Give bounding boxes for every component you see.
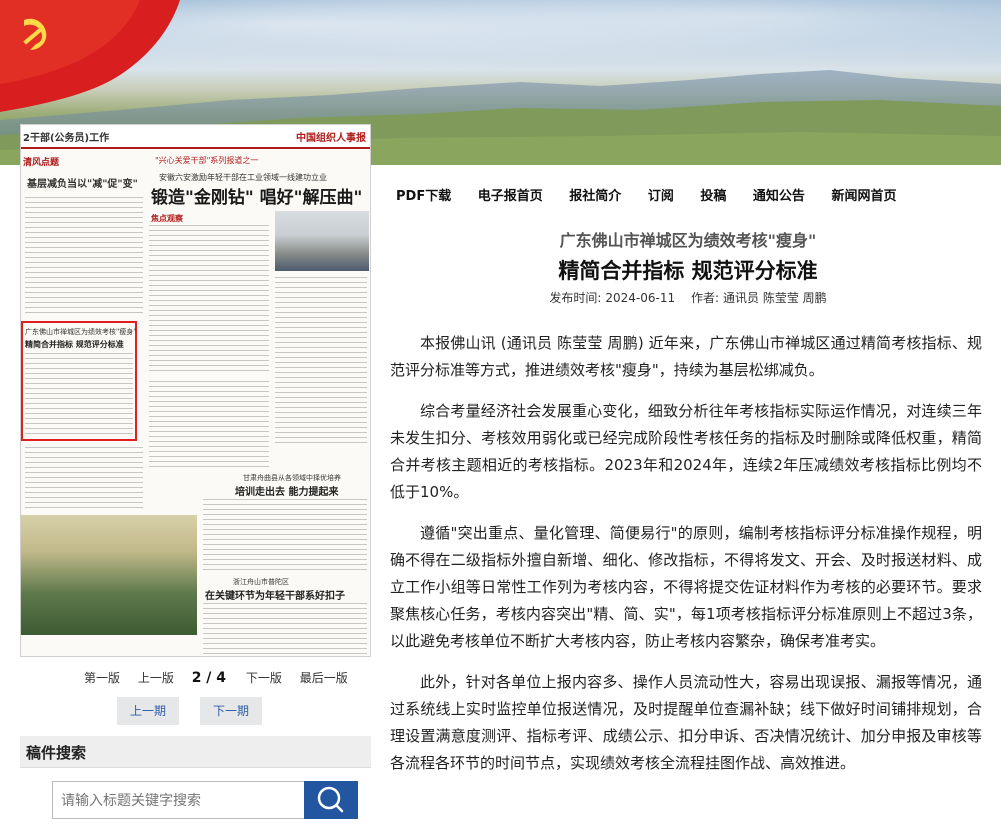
paper-lower-kicker: 浙江舟山市普陀区 [233, 578, 289, 586]
prev-page-link[interactable]: 上一版 [138, 671, 174, 685]
highlight-line1: 广东佛山市禅城区为绩效考核"瘦身" [25, 328, 137, 336]
publish-date: 发布时间: 2024-06-11 [549, 291, 675, 305]
paper-header: 2干部(公务员)工作 中国组织人事报 [21, 125, 370, 149]
last-page-link[interactable]: 最后一版 [300, 671, 348, 685]
highlight-text-block [25, 353, 133, 437]
paper-column-tag: 清风点题 [23, 158, 60, 168]
paper-section-label: 2干部(公务员)工作 [23, 133, 110, 144]
paper-kicker: 安徽六安激励年轻干部在工业领域一线建功立业 [159, 173, 327, 182]
paper-headline: 锻造"金刚钻" 唱好"解压曲" [151, 188, 363, 208]
article-paragraph: 遵循"突出重点、量化管理、简便易行"的原则，编制考核指标评分标准操作规程，明确不… [390, 524, 982, 650]
paper-text-block [25, 447, 143, 511]
nav-notices[interactable]: 通知公告 [753, 189, 805, 204]
author-value: 通讯员 陈莹莹 周鹏 [723, 291, 827, 305]
author-label: 作者: [690, 291, 720, 305]
search-section-header: 稿件搜索 [20, 736, 371, 768]
search-input[interactable] [52, 781, 304, 819]
paper-text-block [275, 277, 367, 447]
highlighted-article-box[interactable]: 广东佛山市禅城区为绩效考核"瘦身" 精简合并指标 规范评分标准 [21, 321, 137, 441]
author: 作者: 通讯员 陈莹莹 周鹏 [691, 291, 827, 305]
article-subtitle: 广东佛山市禅城区为绩效考核"瘦身" [559, 231, 817, 250]
paper-text-block [149, 225, 269, 375]
article-paragraph: 综合考量经济社会发展重心变化，细致分析往年考核指标实际运作情况，对连续三年未发生… [390, 402, 982, 501]
next-issue-button[interactable]: 下一期 [200, 697, 262, 725]
paper-text-block [203, 499, 367, 573]
paper-photo-lab [275, 211, 369, 271]
nav-epaper-home[interactable]: 电子报首页 [478, 189, 543, 204]
search-heading: 稿件搜索 [26, 744, 87, 762]
next-page-link[interactable]: 下一版 [246, 671, 282, 685]
first-page-link[interactable]: 第一版 [84, 671, 120, 685]
paper-mid-kicker: 甘肃舟曲县从各领域中择优培养 [243, 474, 341, 482]
search-icon [317, 786, 344, 813]
paper-logo: 中国组织人事报 [296, 133, 366, 144]
paper-lower-headline: 在关键环节为年轻干部系好扣子 [205, 591, 345, 602]
article-paragraph: 本报佛山讯 (通讯员 陈莹莹 周鹏) 近年来，广东佛山市禅城区通过精简考核指标、… [390, 334, 982, 379]
article-meta: 发布时间: 2024-06-11 作者: 通讯员 陈莹莹 周鹏 [396, 289, 980, 306]
paper-mid-headline: 培训走出去 能力提起来 [235, 487, 339, 498]
paper-text-block [25, 197, 143, 317]
nav-news-home[interactable]: 新闻网首页 [831, 189, 896, 204]
nav-about[interactable]: 报社简介 [569, 189, 621, 204]
nav-pdf-download[interactable]: PDF下载 [396, 189, 451, 204]
article-title: 精简合并指标 规范评分标准 [558, 259, 818, 283]
paper-text-block [203, 603, 367, 655]
publish-date-label: 发布时间: [549, 291, 602, 305]
paper-photo-volunteers [21, 515, 197, 635]
paper-text-block [149, 381, 269, 471]
article-paragraph: 此外，针对各单位上报内容多、操作人员流动性大，容易出现误报、漏报等情况，通过系统… [390, 673, 982, 772]
page-pager: 第一版 上一版 2 / 4 下一版 最后一版 [84, 669, 362, 686]
top-nav: PDF下载 电子报首页 报社简介 订阅 投稿 通知公告 新闻网首页 [396, 185, 918, 204]
paper-series-line: "兴心关爱干部"系列报道之一 [155, 156, 259, 165]
newspaper-page-thumbnail[interactable]: 2干部(公务员)工作 中国组织人事报 清风点题 基层减负当以"减"促"变" "兴… [20, 124, 371, 657]
nav-submit[interactable]: 投稿 [700, 189, 726, 204]
article-body: 本报佛山讯 (通讯员 陈莹莹 周鹏) 近年来，广东佛山市禅城区通过精简考核指标、… [390, 330, 982, 791]
search-button[interactable] [304, 781, 358, 819]
prev-issue-button[interactable]: 上一期 [117, 697, 179, 725]
paper-focus-tag: 焦点观察 [151, 213, 183, 223]
current-page-indicator: 2 / 4 [191, 670, 227, 686]
nav-subscribe[interactable]: 订阅 [648, 189, 674, 204]
paper-left-headline: 基层减负当以"减"促"变" [27, 179, 138, 190]
party-flag-icon [0, 0, 180, 112]
publish-date-value: 2024-06-11 [605, 291, 676, 305]
highlight-line2: 精简合并指标 规范评分标准 [25, 339, 124, 349]
